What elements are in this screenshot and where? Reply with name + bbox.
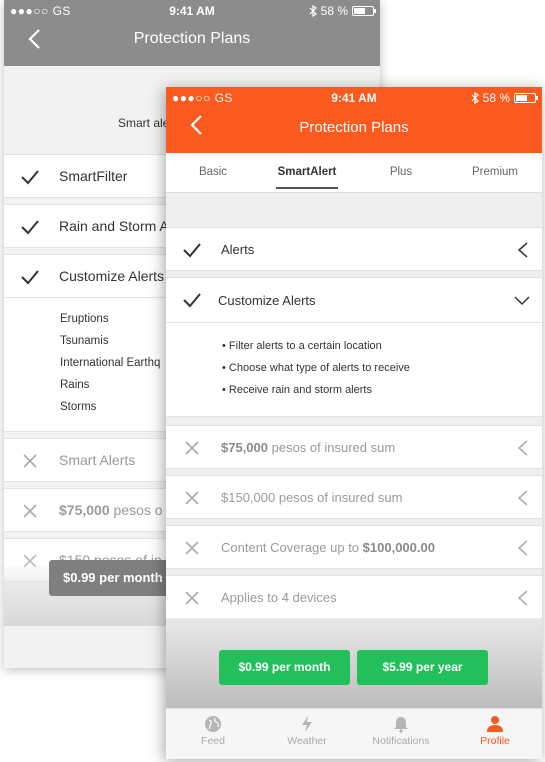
tab-label: Weather	[287, 735, 327, 747]
battery-percent: 58 %	[482, 91, 510, 105]
feature-label: Alerts	[221, 242, 255, 257]
tabbar-notifications[interactable]: Notifications	[354, 709, 448, 759]
feature-row-customize[interactable]: Customize Alerts • Filter alerts to a ce…	[166, 277, 542, 417]
sub-item: Eruptions	[60, 313, 109, 325]
check-icon	[21, 170, 39, 185]
feature-label: Rain and Storm A	[59, 218, 169, 234]
front-header: ●●●○○ GS 9:41 AM 58 % Protection Plans	[166, 87, 542, 153]
x-icon	[23, 504, 37, 518]
sub-item: Storms	[60, 401, 97, 413]
bluetooth-icon	[471, 92, 479, 104]
globe-icon	[205, 716, 221, 732]
check-icon	[21, 270, 39, 285]
sub-item: Tsunamis	[60, 335, 109, 347]
bullet-list: • Filter alerts to a certain location • …	[222, 335, 410, 401]
check-icon	[183, 293, 201, 308]
battery-icon	[514, 93, 538, 103]
back-header: ●●●○○ GS 9:41 AM 58 % Protection Plans	[4, 0, 380, 66]
lightning-icon	[302, 716, 312, 732]
bottom-tab-bar: Feed Weather Notifications Profile	[166, 708, 542, 759]
x-icon	[185, 591, 199, 605]
feature-label: Applies to 4 devices	[221, 590, 337, 605]
status-bar: ●●●○○ GS 9:41 AM 58 %	[166, 87, 542, 109]
battery-percent: 58 %	[320, 4, 348, 18]
excluded-row[interactable]: $150,000 pesos of insured sum	[166, 475, 542, 519]
person-icon	[487, 716, 503, 732]
sum-amount: $75,000	[59, 502, 110, 518]
chevron-left-icon[interactable]	[516, 590, 530, 606]
price-year-button[interactable]: $5.99 per year	[357, 650, 488, 685]
status-bar: ●●●○○ GS 9:41 AM 58 %	[4, 0, 380, 22]
tab-premium[interactable]: Premium	[448, 153, 542, 192]
x-icon	[185, 441, 199, 455]
price-month-button[interactable]: $0.99 per month	[219, 650, 350, 685]
tab-label: Notifications	[372, 735, 430, 747]
page-title: Protection Plans	[133, 30, 251, 47]
check-icon	[183, 243, 201, 258]
check-icon	[21, 220, 39, 235]
x-icon	[185, 491, 199, 505]
coverage-text: Content Coverage up to	[221, 540, 363, 555]
front-phone-screen: ●●●○○ GS 9:41 AM 58 % Protection Plans B…	[166, 87, 542, 759]
plan-description: Smart ale	[118, 116, 170, 130]
bluetooth-icon	[309, 5, 317, 17]
chevron-left-icon[interactable]	[516, 490, 530, 506]
tab-plus[interactable]: Plus	[354, 153, 448, 192]
tab-label: Profile	[480, 735, 510, 747]
x-icon	[23, 454, 37, 468]
feature-row-alerts[interactable]: Alerts	[166, 227, 542, 271]
bullet-item: • Filter alerts to a certain location	[222, 340, 382, 352]
tab-basic[interactable]: Basic	[166, 153, 260, 192]
chevron-left-icon[interactable]	[516, 540, 530, 556]
battery-icon	[352, 6, 376, 16]
tabbar-profile[interactable]: Profile	[448, 709, 542, 759]
excluded-row[interactable]: Applies to 4 devices	[166, 575, 542, 619]
feature-label: SmartFilter	[59, 168, 128, 184]
bell-icon	[394, 717, 408, 733]
sum-amount: $75,000	[221, 440, 268, 455]
chevron-left-icon[interactable]	[516, 440, 530, 456]
x-icon	[185, 541, 199, 555]
tab-label: Feed	[201, 735, 225, 747]
chevron-down-icon[interactable]	[514, 292, 530, 308]
page-title: Protection Plans	[299, 119, 409, 136]
excluded-row[interactable]: $75,000 pesos of insured sum	[166, 425, 542, 469]
feature-label: Customize Alerts	[218, 293, 316, 308]
tabbar-feed[interactable]: Feed	[166, 709, 260, 759]
plan-tabs: Basic SmartAlert Plus Premium	[166, 153, 542, 193]
excluded-row[interactable]: Content Coverage up to $100,000.00	[166, 525, 542, 569]
feature-label: Customize Alerts	[59, 268, 165, 284]
coverage-amount: $100,000.00	[362, 540, 435, 555]
sum-text: pesos o	[109, 502, 163, 518]
bullet-item: • Choose what type of alerts to receive	[222, 362, 410, 374]
price-month-button[interactable]: $0.99 per month	[49, 560, 177, 596]
tabbar-weather[interactable]: Weather	[260, 709, 354, 759]
chevron-left-icon[interactable]	[516, 242, 530, 258]
sub-item: Rains	[60, 379, 90, 391]
feature-label: $150,000 pesos of insured sum	[221, 490, 403, 505]
bullet-item: • Receive rain and storm alerts	[222, 384, 372, 396]
tab-smartalert[interactable]: SmartAlert	[260, 153, 354, 192]
sum-text: pesos of insured sum	[268, 440, 396, 455]
feature-label: Smart Alerts	[59, 452, 136, 468]
sub-item: International Earthq	[60, 357, 161, 369]
